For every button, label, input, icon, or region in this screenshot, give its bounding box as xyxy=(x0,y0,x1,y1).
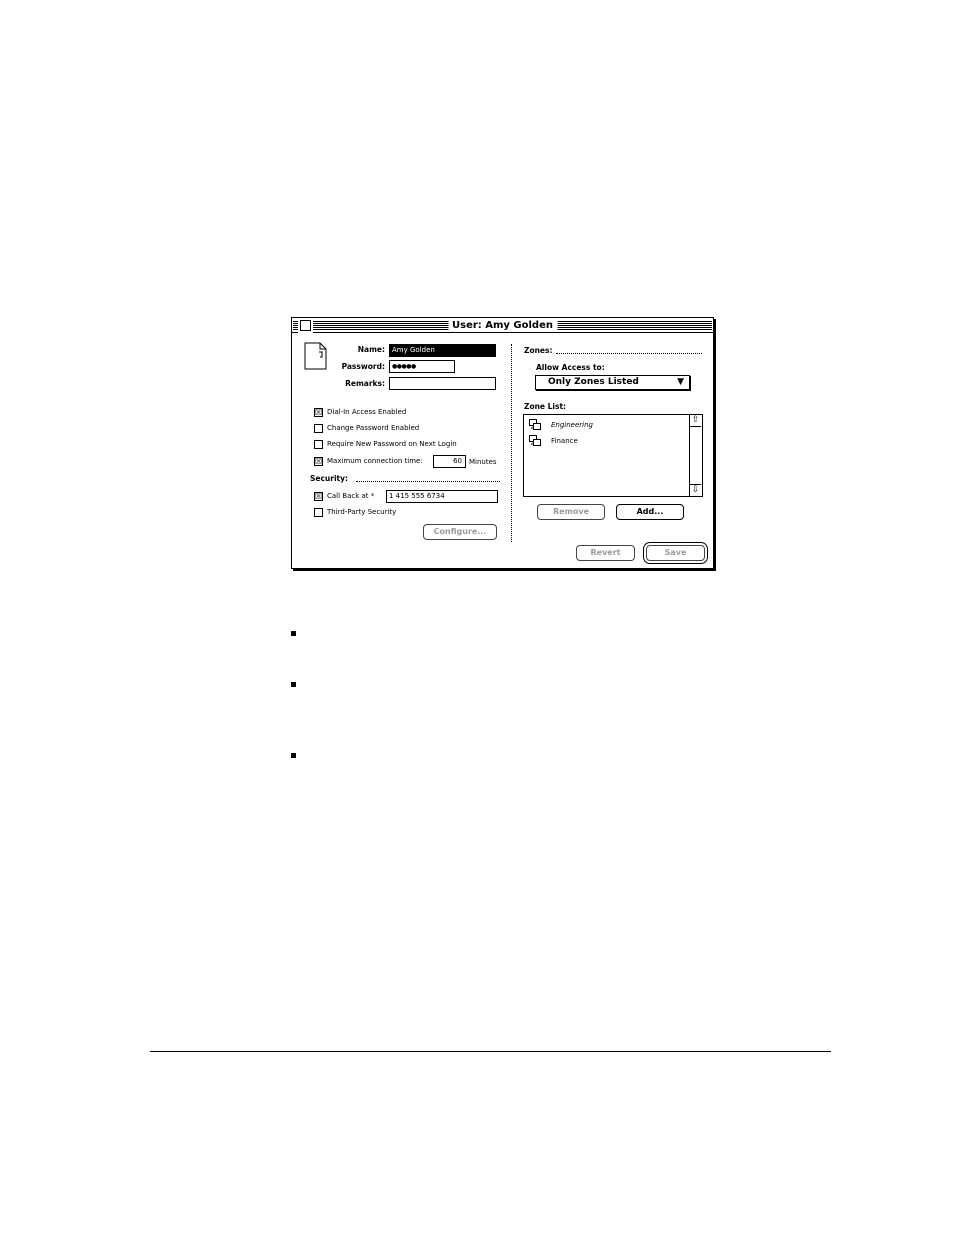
password-field[interactable]: ●●●●● xyxy=(389,360,455,373)
security-divider xyxy=(356,481,500,482)
password-label: Password: xyxy=(341,362,385,371)
remove-button[interactable]: Remove xyxy=(537,504,605,520)
panel-divider xyxy=(511,344,512,542)
allow-access-label: Allow Access to: xyxy=(536,363,605,372)
add-zone-button[interactable]: Add... xyxy=(616,504,684,520)
require-password-label: Require New Password on Next Login xyxy=(327,440,457,448)
third-party-checkbox[interactable] xyxy=(314,508,323,517)
bullet-marker xyxy=(291,631,296,636)
save-button[interactable]: Save xyxy=(646,545,705,561)
window-title: User: Amy Golden xyxy=(448,319,557,332)
configure-button[interactable]: Configure... xyxy=(423,524,497,540)
zone-list-item[interactable]: Engineering xyxy=(551,420,593,430)
name-label: Name: xyxy=(357,345,385,354)
zone-icon xyxy=(529,435,541,446)
user-document-icon xyxy=(304,342,327,370)
zones-heading: Zones: xyxy=(524,346,553,355)
dialin-checkbox[interactable]: ☒ xyxy=(314,408,323,417)
security-heading: Security: xyxy=(310,474,349,483)
allow-access-popup[interactable]: Only Zones Listed ▼ xyxy=(535,375,690,390)
minutes-label: Minutes xyxy=(469,458,497,466)
zone-list[interactable]: Engineering Finance ⇧ ⇩ xyxy=(523,414,703,497)
user-dialog-window: User: Amy Golden Name: Amy Golden Passwo… xyxy=(291,317,714,569)
page-footer-rule xyxy=(150,1051,831,1052)
callback-checkbox[interactable]: ☒ xyxy=(314,492,323,501)
remarks-field[interactable] xyxy=(389,377,496,390)
scroll-up-arrow-icon[interactable]: ⇧ xyxy=(690,415,701,427)
remarks-label: Remarks: xyxy=(345,379,385,388)
callback-field[interactable]: 1 415 555 6734 xyxy=(386,490,498,503)
require-password-checkbox[interactable] xyxy=(314,440,323,449)
bullet-marker xyxy=(291,753,296,758)
zone-icon xyxy=(529,419,541,430)
zone-list-scrollbar[interactable]: ⇧ ⇩ xyxy=(689,415,702,496)
max-time-field[interactable]: 60 xyxy=(433,455,466,468)
allow-access-value: Only Zones Listed xyxy=(548,377,639,387)
callback-label: Call Back at * xyxy=(327,492,375,500)
close-box-icon[interactable] xyxy=(300,320,311,331)
name-field[interactable]: Amy Golden xyxy=(389,344,496,357)
zone-list-label: Zone List: xyxy=(524,402,567,411)
max-time-label: Maximum connection time: xyxy=(327,457,423,465)
max-time-checkbox[interactable]: ☒ xyxy=(314,457,323,466)
third-party-label: Third-Party Security xyxy=(327,508,397,516)
change-password-label: Change Password Enabled xyxy=(327,424,420,432)
change-password-checkbox[interactable] xyxy=(314,424,323,433)
zones-divider xyxy=(556,353,702,354)
revert-button[interactable]: Revert xyxy=(576,545,635,561)
scroll-down-arrow-icon[interactable]: ⇩ xyxy=(690,484,701,496)
zone-list-item[interactable]: Finance xyxy=(551,436,578,446)
dialin-label: Dial-In Access Enabled xyxy=(327,408,407,416)
bullet-marker xyxy=(291,682,296,687)
popup-arrow-icon: ▼ xyxy=(677,377,684,387)
title-bar[interactable]: User: Amy Golden xyxy=(292,318,713,333)
